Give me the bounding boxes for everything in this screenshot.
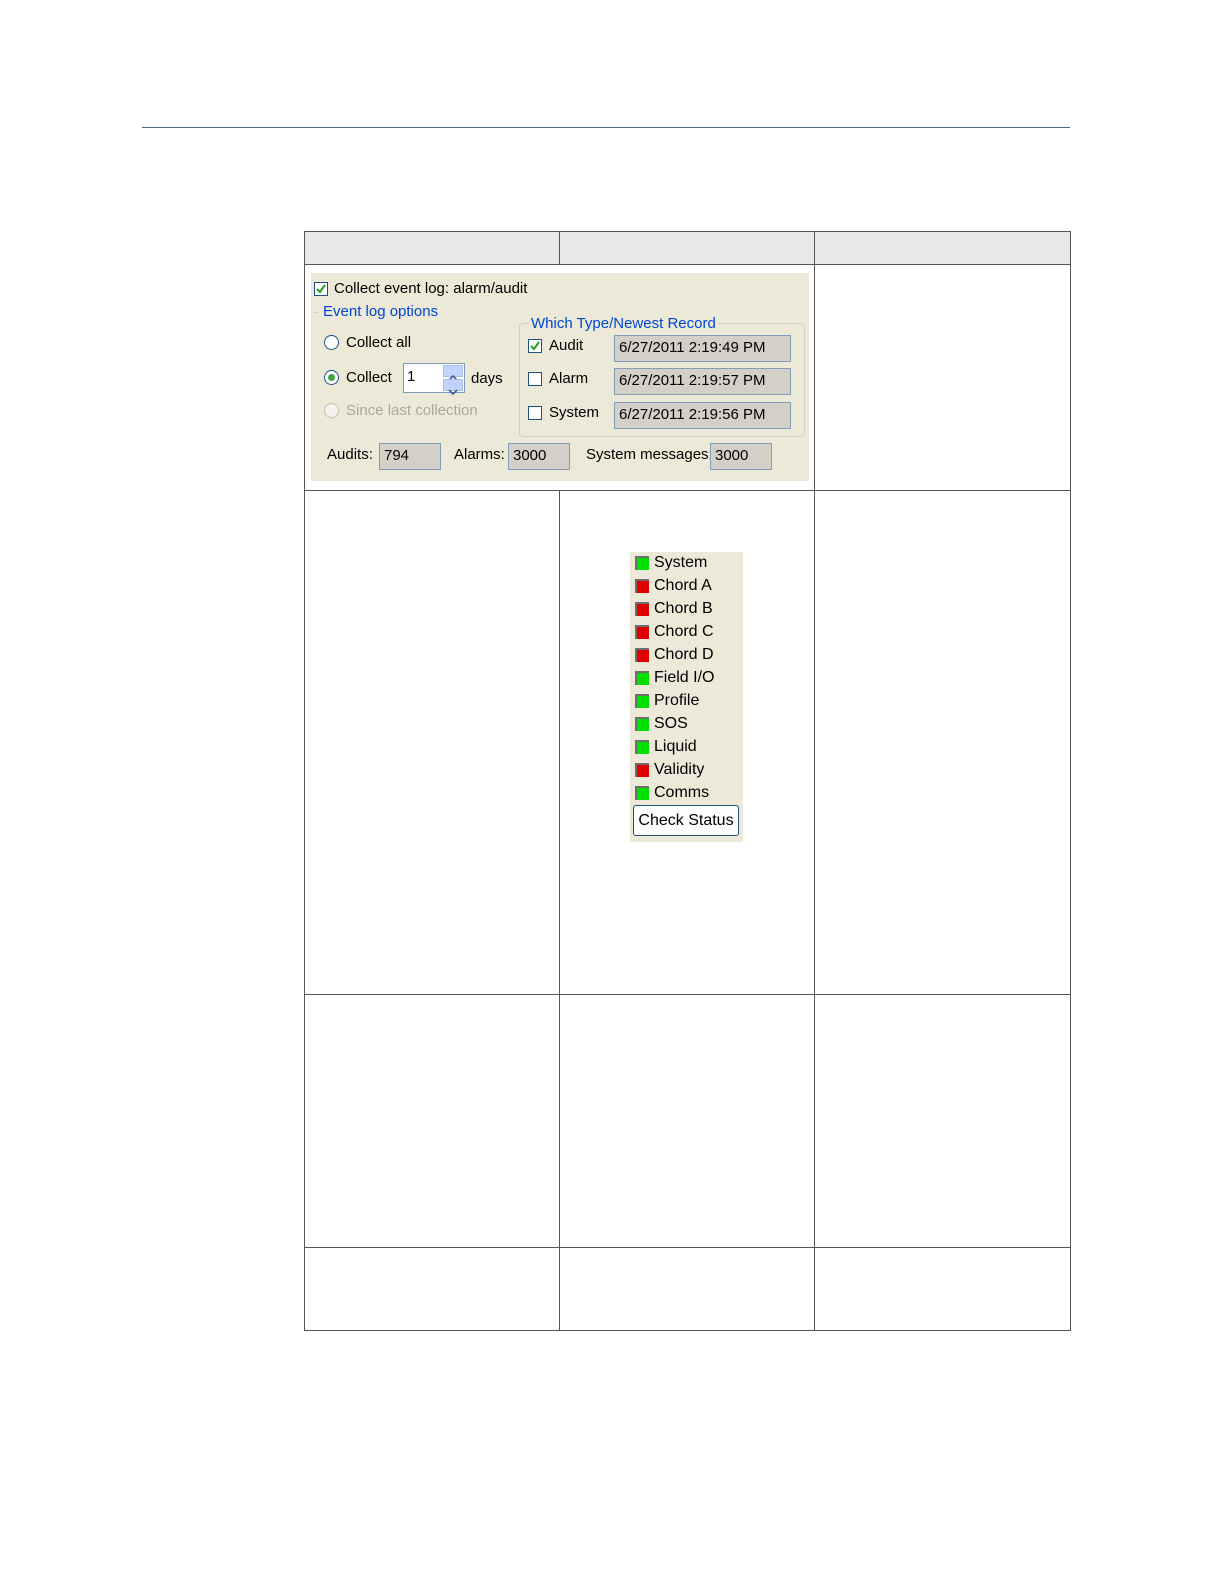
status-cell: System Chord A Chord B Chord C Chord D Field … xyxy=(559,490,815,995)
event-log-cell: Collect event log: alarm/audit Event log… xyxy=(304,264,815,491)
status-panel: System Chord A Chord B Chord C Chord D Field … xyxy=(630,552,743,842)
header-cell xyxy=(304,231,560,265)
status-indicator-icon xyxy=(635,602,649,616)
stepper-down-button[interactable] xyxy=(443,379,463,396)
stepper-buttons xyxy=(443,365,463,396)
days-value: 1 xyxy=(407,368,416,385)
check-status-button[interactable]: Check Status xyxy=(633,805,739,836)
status-indicator-icon xyxy=(635,694,649,708)
system-messages-label: System messages: xyxy=(586,446,713,463)
status-indicator-icon xyxy=(635,740,649,754)
alarm-label: Alarm xyxy=(549,370,589,387)
status-indicator-icon xyxy=(635,763,649,777)
collect-all-label: Collect all xyxy=(346,334,412,351)
header-cell xyxy=(559,231,815,265)
status-item-label: Chord A xyxy=(654,577,712,594)
audits-count-value: 794 xyxy=(384,447,410,464)
since-last-collection-radio[interactable] xyxy=(324,403,339,418)
table-cell xyxy=(814,264,1071,491)
collect-event-log-checkbox[interactable] xyxy=(314,282,328,296)
audits-count-label: Audits: xyxy=(327,446,373,463)
system-messages-value: 3000 xyxy=(715,447,749,464)
table-cell xyxy=(304,994,560,1248)
table-cell xyxy=(304,490,560,995)
status-item-label: Field I/O xyxy=(654,669,715,686)
table-row: System Chord A Chord B Chord C Chord D Field … xyxy=(304,490,1071,995)
doc-table: Collect event log: alarm/audit Event log… xyxy=(304,231,1071,1331)
collect-days-radio[interactable] xyxy=(324,370,339,385)
alarms-count-label: Alarms: xyxy=(454,446,505,463)
checkmark-icon xyxy=(530,341,540,351)
checkmark-icon xyxy=(316,284,326,294)
audit-checkbox[interactable] xyxy=(528,339,542,353)
event-log-options-legend: Event log options xyxy=(321,303,441,320)
system-newest-value: 6/27/2011 2:19:56 PM xyxy=(619,406,766,423)
stepper-up-button[interactable] xyxy=(443,365,463,381)
status-indicator-icon xyxy=(635,625,649,639)
status-item-label: Liquid xyxy=(654,738,697,755)
collect-all-radio[interactable] xyxy=(324,335,339,350)
alarm-newest-field: 6/27/2011 2:19:57 PM xyxy=(614,368,791,395)
status-indicator-icon xyxy=(635,717,649,731)
audit-newest-field: 6/27/2011 2:19:49 PM xyxy=(614,335,791,362)
alarm-checkbox[interactable] xyxy=(528,372,542,386)
group-border xyxy=(314,312,318,314)
status-indicator-icon xyxy=(635,786,649,800)
table-cell xyxy=(814,1247,1071,1331)
status-item-label: Comms xyxy=(654,784,710,801)
table-row: Collect event log: alarm/audit Event log… xyxy=(304,264,1071,491)
table-cell xyxy=(304,1247,560,1331)
system-label: System xyxy=(549,404,600,421)
table-cell xyxy=(559,994,815,1248)
status-indicator-icon xyxy=(635,556,649,570)
table-cell xyxy=(814,994,1071,1248)
which-type-legend: Which Type/Newest Record xyxy=(529,315,718,332)
alarm-newest-value: 6/27/2011 2:19:57 PM xyxy=(619,372,766,389)
table-cell xyxy=(559,1247,815,1331)
status-item-label: Validity xyxy=(654,761,705,778)
system-checkbox[interactable] xyxy=(528,406,542,420)
audit-label: Audit xyxy=(549,337,584,354)
table-row xyxy=(304,1247,1071,1331)
days-label: days xyxy=(471,370,503,387)
status-item-label: Profile xyxy=(654,692,700,709)
table-cell xyxy=(814,490,1071,995)
status-item-label: Chord D xyxy=(654,646,714,663)
since-last-collection-label: Since last collection xyxy=(346,402,478,419)
system-messages-field: 3000 xyxy=(710,443,772,470)
system-newest-field: 6/27/2011 2:19:56 PM xyxy=(614,402,791,429)
header-rule xyxy=(142,127,1070,128)
status-indicator-icon xyxy=(635,579,649,593)
alarms-count-value: 3000 xyxy=(513,447,547,464)
header-cell xyxy=(814,231,1071,265)
status-indicator-icon xyxy=(635,671,649,685)
table-header-row xyxy=(304,231,1071,265)
status-item-label: System xyxy=(654,554,708,571)
event-log-panel: Collect event log: alarm/audit Event log… xyxy=(311,273,809,481)
days-stepper[interactable]: 1 xyxy=(403,363,465,396)
chevron-down-icon xyxy=(448,389,458,396)
collect-event-log-label: Collect event log: alarm/audit xyxy=(334,280,528,297)
status-item-label: Chord C xyxy=(654,623,714,640)
status-indicator-icon xyxy=(635,648,649,662)
table-row xyxy=(304,994,1071,1248)
audit-newest-value: 6/27/2011 2:19:49 PM xyxy=(619,339,766,356)
status-item-label: Chord B xyxy=(654,600,713,617)
audits-count-field: 794 xyxy=(379,443,441,470)
collect-days-label: Collect xyxy=(346,369,392,386)
status-item-label: SOS xyxy=(654,715,688,732)
alarms-count-field: 3000 xyxy=(508,443,570,470)
